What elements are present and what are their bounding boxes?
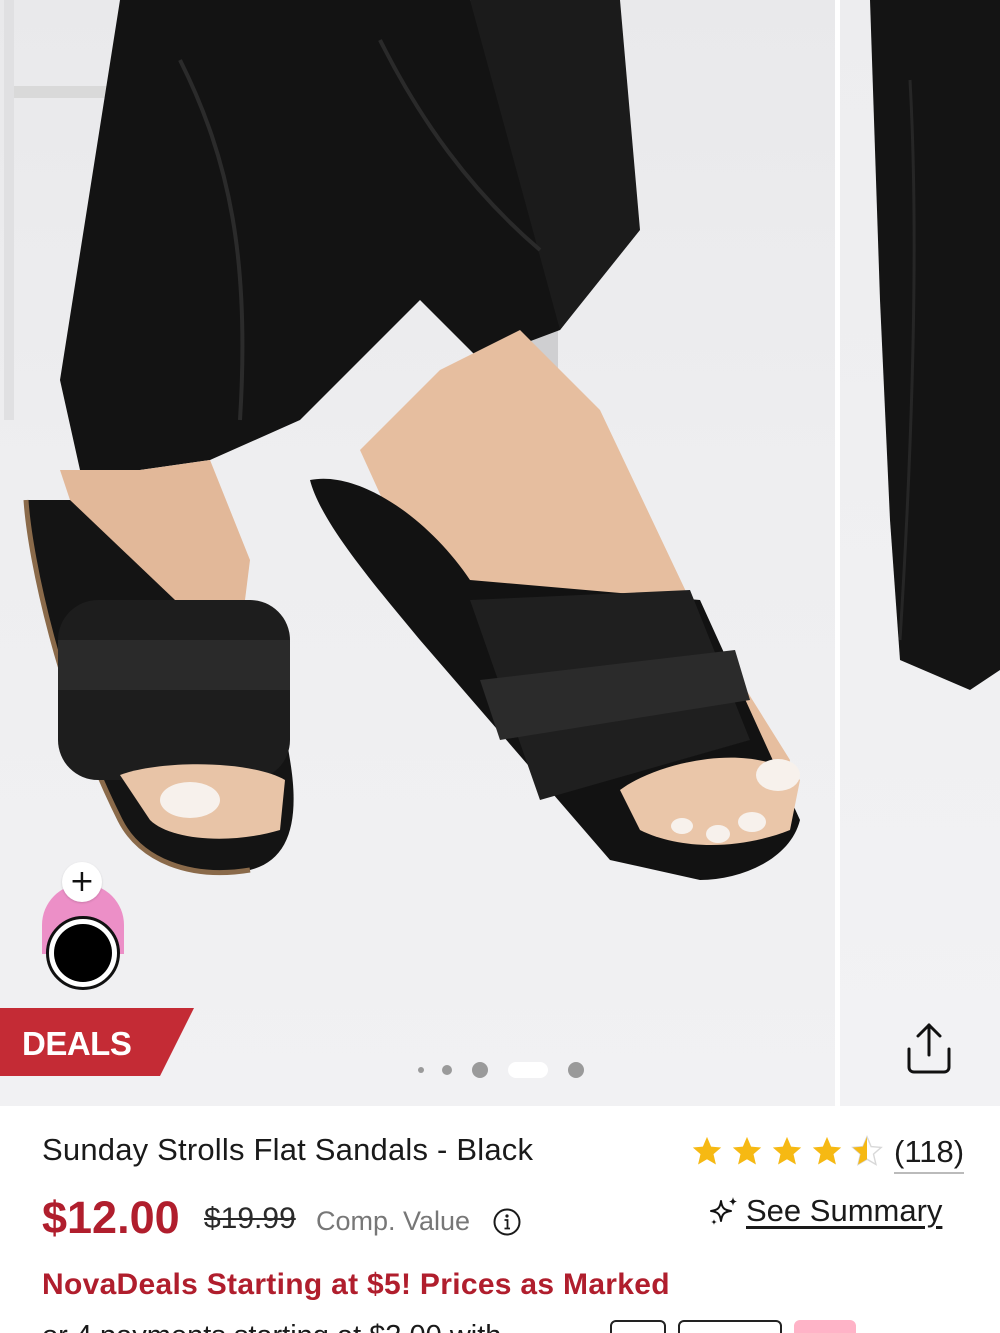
pager-dot-active[interactable] bbox=[508, 1062, 548, 1078]
pager-dot[interactable] bbox=[442, 1065, 452, 1075]
rating-stars bbox=[690, 1134, 884, 1168]
sparkle-icon bbox=[710, 1197, 737, 1225]
star-full-icon bbox=[692, 1136, 722, 1165]
product-image-gallery[interactable]: + DEALS bbox=[0, 0, 1000, 1106]
color-swatch-black[interactable] bbox=[46, 916, 120, 990]
pager-dot[interactable] bbox=[568, 1062, 584, 1078]
deals-badge: DEALS bbox=[0, 1008, 194, 1076]
add-swatch-button[interactable]: + bbox=[62, 862, 102, 902]
share-icon bbox=[907, 1023, 951, 1074]
payment-badges[interactable] bbox=[610, 1320, 856, 1333]
payment-badge-zip[interactable] bbox=[610, 1320, 666, 1333]
sale-price: $12.00 bbox=[42, 1192, 180, 1243]
info-icon[interactable] bbox=[492, 1207, 522, 1237]
share-button[interactable] bbox=[898, 1018, 960, 1078]
next-product-image[interactable] bbox=[840, 0, 1000, 1106]
gallery-pagination[interactable] bbox=[410, 1060, 610, 1080]
installment-text: or 4 payments starting at $3.00 with bbox=[42, 1320, 501, 1333]
product-rating[interactable]: (118) bbox=[690, 1130, 965, 1176]
see-summary-link[interactable]: See Summary bbox=[708, 1190, 942, 1232]
see-summary-label: See Summary bbox=[746, 1193, 943, 1228]
star-full-icon bbox=[812, 1136, 842, 1165]
payment-badge-klarna[interactable] bbox=[794, 1320, 856, 1333]
product-info: Sunday Strolls Flat Sandals - Black (118… bbox=[0, 1106, 1000, 1333]
pager-dot[interactable] bbox=[472, 1062, 488, 1078]
review-count-link[interactable]: (118) bbox=[894, 1134, 965, 1174]
comp-value-label: Comp. Value bbox=[316, 1206, 471, 1236]
star-full-icon bbox=[732, 1136, 762, 1165]
product-title: Sunday Strolls Flat Sandals - Black bbox=[42, 1132, 534, 1167]
color-swatch-selector[interactable]: + bbox=[42, 862, 124, 992]
star-full-icon bbox=[772, 1136, 802, 1165]
product-image[interactable]: + DEALS bbox=[0, 0, 835, 1106]
product-photo bbox=[4, 0, 800, 880]
promo-text: NovaDeals Starting at $5! Prices as Mark… bbox=[42, 1268, 670, 1301]
pager-dot[interactable] bbox=[418, 1067, 424, 1073]
original-price: $19.99 bbox=[204, 1202, 296, 1235]
star-half-icon bbox=[851, 1135, 883, 1166]
deals-badge-label: DEALS bbox=[22, 1025, 132, 1062]
payment-badge-afterpay[interactable] bbox=[678, 1320, 782, 1333]
